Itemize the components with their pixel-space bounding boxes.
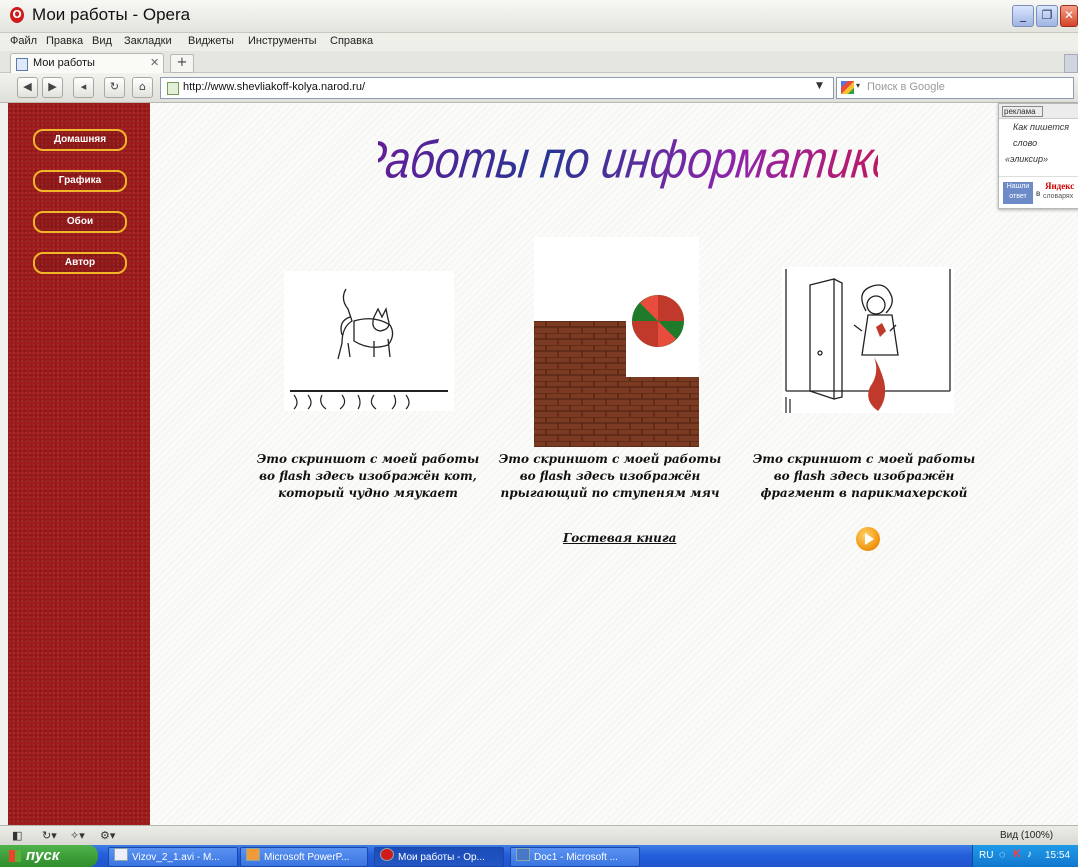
new-tab-button[interactable]: +: [170, 54, 194, 73]
maximize-button[interactable]: ❐: [1036, 5, 1058, 27]
window-titlebar: O Мои работы - Opera _ ❐ ✕: [0, 0, 1078, 33]
start-button[interactable]: пуск: [0, 845, 98, 867]
close-window-button[interactable]: ✕: [1060, 5, 1078, 27]
tab-bar: Мои работы ✕ +: [0, 51, 1078, 73]
forward-button[interactable]: ▶: [42, 77, 63, 98]
menu-edit[interactable]: Правка: [46, 35, 83, 47]
ad-brand-prefix: в: [1036, 189, 1041, 198]
address-dropdown-icon[interactable]: ▼: [816, 81, 823, 91]
page-heading: Работы по информатике Работы по информат…: [378, 131, 878, 189]
screenshot-ball: [534, 237, 699, 447]
guestbook-link[interactable]: Гостевая книга: [563, 531, 676, 545]
yandex-logo[interactable]: Яндекс: [1045, 181, 1074, 191]
sidebar-item-graphics[interactable]: Графика: [33, 170, 127, 192]
home-button[interactable]: ⌂: [132, 77, 153, 98]
tab-my-works[interactable]: Мои работы ✕: [10, 53, 164, 73]
unite-icon[interactable]: ✧▾: [70, 829, 85, 842]
reload-button[interactable]: ↻: [104, 77, 125, 98]
taskbar-item-label: Мои работы - Op...: [398, 852, 485, 863]
page-icon: [167, 82, 179, 95]
start-label: пуск: [26, 847, 60, 864]
opera-logo-icon[interactable]: O: [10, 7, 24, 23]
tab-label: Мои работы: [33, 57, 95, 69]
menu-tools[interactable]: Инструменты: [248, 35, 317, 47]
address-field[interactable]: http://www.shevliakoff-kolya.narod.ru/ ▼: [160, 77, 834, 99]
ad-line[interactable]: «эликсир»: [1005, 154, 1048, 164]
play-icon: [865, 533, 874, 545]
navigation-bar: ◀ ▶ ◂ ↻ ⌂ http://www.shevliakoff-kolya.n…: [0, 73, 1078, 103]
menu-bar: Файл Правка Вид Закладки Виджеты Инструм…: [0, 33, 1078, 51]
screenshot-cat: [284, 271, 454, 411]
address-url[interactable]: http://www.shevliakoff-kolya.narod.ru/: [183, 81, 365, 93]
clock: 15:54: [1045, 850, 1071, 861]
web-page: Домашняя Графика Обои Автор Работы по ин…: [8, 103, 1078, 825]
taskbar-item-powerpoint[interactable]: Microsoft PowerP...: [240, 847, 368, 867]
status-bar: ◧ ↻▾ ✧▾ ⚙▾ Вид (100%): [0, 825, 1078, 846]
sidebar-item-wallpapers[interactable]: Обои: [33, 211, 127, 233]
ad-tag: реклама: [1002, 106, 1043, 117]
ad-found-badge[interactable]: Нашли ответ: [1003, 182, 1033, 204]
screenshot-hairdresser: [782, 267, 954, 413]
panel-toggle-icon[interactable]: ◧: [12, 829, 22, 842]
taskbar-item-video[interactable]: Vizov_2_1.avi - M...: [108, 847, 238, 867]
page-icon: [16, 58, 28, 71]
tab-close-icon[interactable]: ✕: [150, 56, 159, 69]
menu-view[interactable]: Вид: [92, 35, 112, 47]
search-field[interactable]: ▾ Поиск в Google: [836, 77, 1074, 99]
media-player-icon: [114, 848, 128, 861]
ad-line[interactable]: Как пишется: [1013, 122, 1069, 132]
system-tray: RU ◌ K ♪ 15:54: [972, 845, 1078, 867]
powerpoint-icon: [246, 848, 260, 861]
sidebar: Домашняя Графика Обои Автор: [8, 103, 150, 825]
zoom-control[interactable]: Вид (100%): [1000, 830, 1053, 841]
ad-brand-sub: словарях: [1043, 193, 1074, 200]
ad-line[interactable]: слово: [1013, 138, 1037, 148]
language-indicator[interactable]: RU: [979, 850, 993, 861]
turbo-icon[interactable]: ⚙▾: [100, 829, 115, 842]
volume-icon[interactable]: ♪: [1027, 849, 1032, 860]
minimize-button[interactable]: _: [1012, 5, 1034, 27]
search-engine-dropdown-icon[interactable]: ▾: [856, 81, 860, 90]
caption-hairdresser: Это скриншот с моей работы во flash здес…: [752, 452, 976, 500]
network-icon[interactable]: ◌: [999, 849, 1006, 861]
play-button[interactable]: [856, 527, 880, 551]
windows-logo-icon: [9, 850, 21, 862]
rewind-button[interactable]: ◂: [73, 77, 94, 98]
taskbar-item-label: Doc1 - Microsoft ...: [534, 852, 618, 863]
back-button[interactable]: ◀: [17, 77, 38, 98]
sidebar-item-home[interactable]: Домашняя: [33, 129, 127, 151]
ad-footer: Нашли ответ в Яндекс словарях: [999, 176, 1078, 207]
taskbar-item-opera[interactable]: Мои работы - Op...: [374, 847, 504, 867]
taskbar: пуск Vizov_2_1.avi - M... Microsoft Powe…: [0, 845, 1078, 867]
google-icon[interactable]: [841, 81, 854, 94]
ad-widget[interactable]: реклама Как пишется слово «эликсир» Нашл…: [998, 103, 1078, 209]
caption-cat: Это скриншот с моей работы во flash здес…: [256, 452, 480, 500]
window-title: Мои работы - Opera: [32, 5, 191, 24]
menu-bookmarks[interactable]: Закладки: [124, 35, 172, 47]
search-placeholder[interactable]: Поиск в Google: [867, 81, 945, 93]
menu-help[interactable]: Справка: [330, 35, 373, 47]
menu-widgets[interactable]: Виджеты: [188, 35, 234, 47]
opera-icon: [380, 848, 394, 861]
heading-text: Работы по информатике: [378, 131, 878, 189]
taskbar-item-label: Microsoft PowerP...: [264, 852, 350, 863]
antivirus-icon[interactable]: K: [1013, 848, 1021, 860]
menu-file[interactable]: Файл: [10, 35, 37, 47]
caption-ball: Это скриншот с моей работы во flash здес…: [498, 452, 722, 500]
sidebar-item-author[interactable]: Автор: [33, 252, 127, 274]
taskbar-item-word[interactable]: Doc1 - Microsoft ...: [510, 847, 640, 867]
taskbar-item-label: Vizov_2_1.avi - M...: [132, 852, 220, 863]
word-icon: [516, 848, 530, 861]
ad-header: реклама: [999, 104, 1078, 119]
sync-icon[interactable]: ↻▾: [42, 829, 57, 842]
tab-list-button[interactable]: [1064, 54, 1078, 73]
